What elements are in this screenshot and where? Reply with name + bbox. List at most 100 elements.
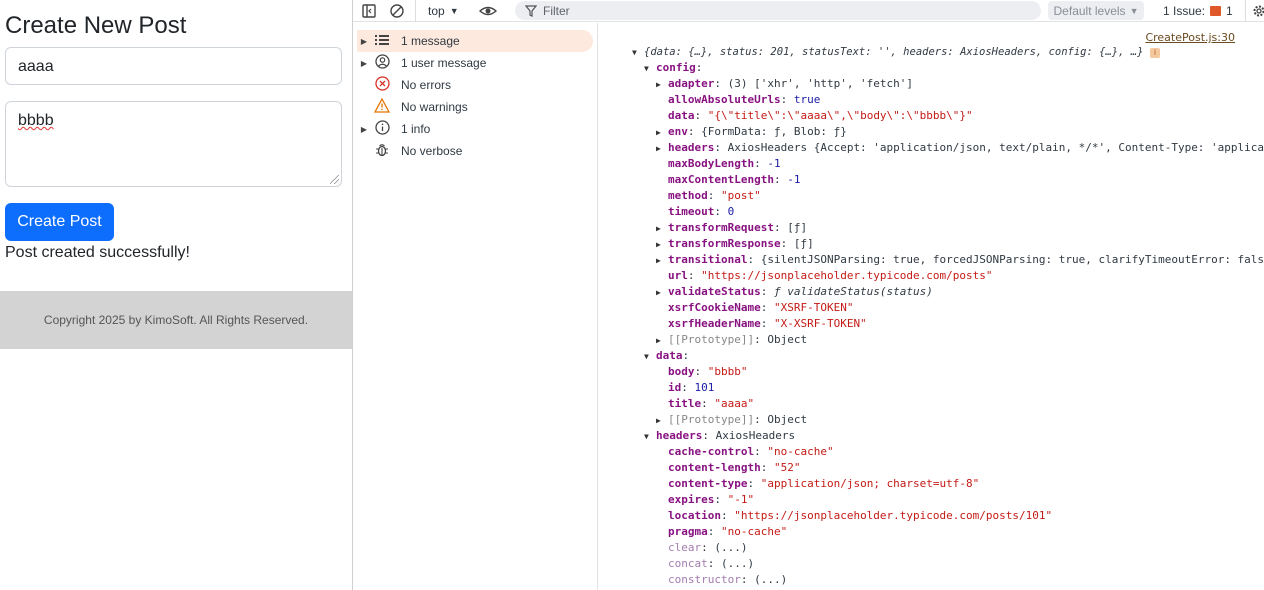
collapsed-arrow-icon[interactable]: ▶ <box>656 237 668 253</box>
body-textarea[interactable]: bbbb <box>5 101 342 187</box>
tree-key: adapter <box>668 77 715 90</box>
context-selector[interactable]: top ▼ <box>415 0 459 22</box>
expanded-arrow-icon[interactable]: ▼ <box>644 61 656 77</box>
tree-key: concat <box>668 557 708 570</box>
console-tree-row: location: "https://jsonplaceholder.typic… <box>668 509 1053 522</box>
expand-arrow-icon[interactable]: ▶ <box>357 125 371 134</box>
console-sidebar: ▶ 1 message ▶ 1 user message No errors N… <box>353 23 598 590</box>
devtools-panel: top ▼ Filter Default levels ▼ 1 Issue: 1 ▶… <box>352 0 1264 590</box>
tree-value: "XSRF-TOKEN" <box>773 301 854 314</box>
collapsed-arrow-icon[interactable]: ▶ <box>656 333 668 349</box>
console-tree-row: constructor: (...) <box>668 573 788 586</box>
tree-value: "https://jsonplaceholder.typicode.com/po… <box>734 509 1053 522</box>
chevron-down-icon: ▼ <box>449 6 459 16</box>
tree-key: data <box>656 349 683 362</box>
expanded-arrow-icon[interactable]: ▼ <box>632 45 644 61</box>
tree-key: timeout <box>668 205 715 218</box>
console-tree-row[interactable]: ▶ [[Prototype]]: Object <box>656 412 807 429</box>
info-icon <box>371 120 393 138</box>
console-tree-row: clear: (...) <box>668 541 748 554</box>
tree-key: pragma <box>668 525 708 538</box>
filter-icon <box>525 4 537 17</box>
console-tree-row: concat: (...) <box>668 557 755 570</box>
issue-icon <box>1210 6 1222 16</box>
issue-count: 1 <box>1226 4 1233 18</box>
console-toolbar: top ▼ Filter Default levels ▼ 1 Issue: 1 <box>353 0 1264 22</box>
tree-key: content-type <box>668 477 748 490</box>
log-levels-dropdown[interactable]: Default levels ▼ <box>1048 1 1144 20</box>
sidebar-item-messages[interactable]: ▶ 1 message <box>357 30 593 52</box>
tree-value: "application/json; charset=utf-8" <box>760 477 980 490</box>
collapsed-arrow-icon[interactable]: ▶ <box>656 141 668 157</box>
list-icon <box>371 34 393 49</box>
levels-label: Default levels <box>1053 3 1126 18</box>
clear-console-icon[interactable] <box>389 0 405 22</box>
tree-key: config <box>656 61 696 74</box>
log-summary[interactable]: ▼ {data: {…}, status: 201, statusText: ''… <box>632 44 1161 61</box>
collapsed-arrow-icon[interactable]: ▶ <box>656 285 668 301</box>
tree-key: xsrfCookieName <box>668 301 761 314</box>
console-tree-row[interactable]: ▶ transformResponse: [ƒ] <box>656 236 814 253</box>
sidebar-item-user-messages[interactable]: ▶ 1 user message <box>357 52 593 74</box>
sidebar-item-warnings[interactable]: No warnings <box>357 96 593 118</box>
issues-label: 1 Issue: <box>1163 4 1206 18</box>
tree-value: "{\"title\":\"aaaa\",\"body\":\"bbbb\"}" <box>707 109 973 122</box>
tree-key: transformResponse <box>668 237 781 250</box>
tree-value: (...) <box>754 573 788 586</box>
tree-value: -1 <box>787 173 801 186</box>
sidebar-label: 1 message <box>401 34 460 48</box>
title-input[interactable]: aaaa <box>5 47 342 85</box>
console-tree-row[interactable]: ▼ config: <box>644 60 702 77</box>
console-tree-row[interactable]: ▶ headers: AxiosHeaders {Accept: 'applica… <box>656 140 1264 157</box>
tree-value: Object <box>767 413 808 426</box>
tree-value: "no-cache" <box>721 525 788 538</box>
console-tree-row: xsrfHeaderName: "X-XSRF-TOKEN" <box>668 317 867 330</box>
tree-value: "bbbb" <box>707 365 748 378</box>
settings-gear-icon[interactable] <box>1245 0 1264 22</box>
tree-value: true <box>793 93 821 106</box>
tree-value: "-1" <box>727 493 755 506</box>
tree-value: 101 <box>694 381 715 394</box>
console-tree-row: maxBodyLength: -1 <box>668 157 781 170</box>
console-tree-row[interactable]: ▼ data: <box>644 348 689 365</box>
collapsed-arrow-icon[interactable]: ▶ <box>656 253 668 269</box>
expanded-arrow-icon[interactable]: ▼ <box>644 349 656 365</box>
sidebar-item-info[interactable]: ▶ 1 info <box>357 118 593 140</box>
collapsed-arrow-icon[interactable]: ▶ <box>656 125 668 141</box>
console-tree-row: body: "bbbb" <box>668 365 748 378</box>
sidebar-toggle-icon[interactable] <box>361 0 377 22</box>
expand-arrow-icon[interactable]: ▶ <box>357 37 371 46</box>
console-tree-row[interactable]: ▼ headers: AxiosHeaders <box>644 428 795 445</box>
log-summary-text: {data: {…}, status: 201, statusText: '',… <box>644 46 1144 58</box>
collapsed-arrow-icon[interactable]: ▶ <box>656 413 668 429</box>
success-message: Post created successfully! <box>5 244 190 261</box>
tree-key: [[Prototype]] <box>668 333 755 346</box>
collapsed-arrow-icon[interactable]: ▶ <box>656 221 668 237</box>
resize-handle-icon[interactable] <box>330 175 339 184</box>
sidebar-item-verbose[interactable]: No verbose <box>357 140 593 162</box>
eye-icon[interactable] <box>479 0 497 22</box>
console-tree-row[interactable]: ▶ [[Prototype]]: Object <box>656 332 807 349</box>
sidebar-label: No verbose <box>401 144 463 158</box>
tree-key: constructor <box>668 573 741 586</box>
page-title: Create New Post <box>5 12 187 39</box>
console-tree-row[interactable]: ▶ transitional: {silentJSONParsing: true,… <box>656 252 1264 269</box>
issues-button[interactable]: 1 Issue: 1 <box>1163 0 1233 22</box>
console-tree-row[interactable]: ▶ validateStatus: ƒ validateStatus(status… <box>656 284 933 301</box>
tree-key: [[Prototype]] <box>668 413 755 426</box>
create-post-button[interactable]: Create Post <box>5 203 114 241</box>
console-tree-row[interactable]: ▶ env: {FormData: ƒ, Blob: ƒ} <box>656 124 847 141</box>
console-tree-row: content-type: "application/json; charset… <box>668 477 980 490</box>
expand-arrow-icon[interactable]: ▶ <box>357 59 371 68</box>
tree-key: url <box>668 269 688 282</box>
console-tree-row[interactable]: ▶ transformRequest: [ƒ] <box>656 220 807 237</box>
filter-input[interactable]: Filter <box>515 1 1041 20</box>
tree-key: clear <box>668 541 702 554</box>
console-tree-row[interactable]: ▶ adapter: (3) ['xhr', 'http', 'fetch'] <box>656 76 913 93</box>
error-icon <box>371 76 393 94</box>
expanded-arrow-icon[interactable]: ▼ <box>644 429 656 445</box>
sidebar-item-errors[interactable]: No errors <box>357 74 593 96</box>
collapsed-arrow-icon[interactable]: ▶ <box>656 77 668 93</box>
console-tree-row: method: "post" <box>668 189 761 202</box>
console-tree-row: data: "{\"title\":\"aaaa\",\"body\":\"bb… <box>668 109 973 122</box>
